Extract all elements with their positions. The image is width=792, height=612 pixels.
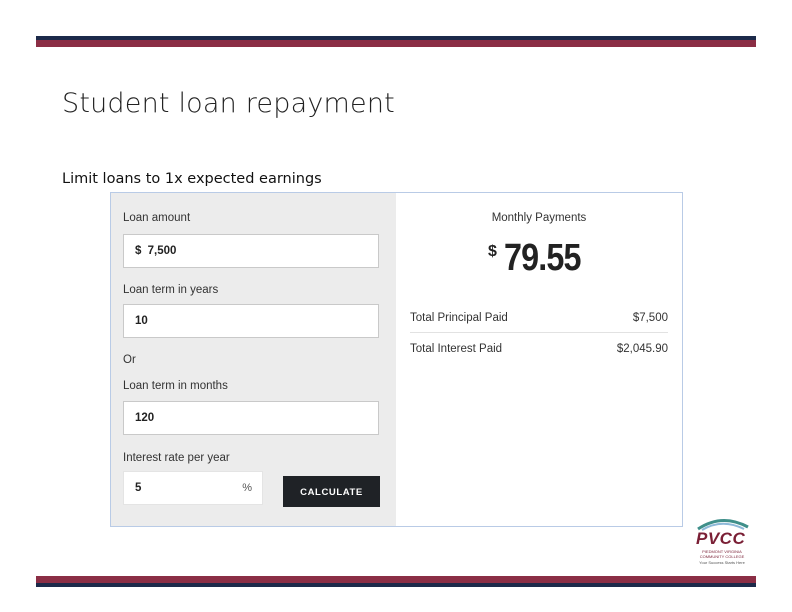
total-principal-value: $7,500 — [632, 312, 668, 324]
bottom-navy-stripe — [36, 583, 756, 587]
loan-calculator: Loan amount $ 7,500 Loan term in years 1… — [110, 192, 683, 527]
top-accent-band — [36, 36, 756, 47]
logo-wordmark: PVCC — [696, 529, 746, 548]
slide-title: Student loan repayment — [62, 88, 395, 119]
currency-symbol: $ — [135, 245, 142, 257]
total-principal-label: Total Principal Paid — [410, 312, 508, 324]
loan-term-years-label: Loan term in years — [123, 284, 219, 296]
interest-rate-label: Interest rate per year — [123, 452, 230, 464]
percent-unit: % — [242, 482, 252, 494]
calculator-input-panel: Loan amount $ 7,500 Loan term in years 1… — [111, 193, 396, 526]
pvcc-logo: PVCC PIEDMONT VIRGINIA COMMUNITY COLLEGE… — [692, 515, 752, 570]
slide-subtitle: Limit loans to 1x expected earnings — [62, 171, 322, 187]
results-divider — [410, 332, 668, 333]
loan-amount-field[interactable]: $ 7,500 — [123, 234, 379, 268]
total-principal-row: Total Principal Paid $7,500 — [410, 312, 668, 324]
loan-term-months-value: 120 — [135, 412, 155, 424]
monthly-currency-symbol: $ — [488, 243, 497, 260]
logo-tagline: Your Success Starts Here — [699, 560, 745, 565]
logo-line-2: COMMUNITY COLLEGE — [699, 554, 745, 559]
loan-term-months-label: Loan term in months — [123, 380, 228, 392]
monthly-payment-value: 79.55 — [504, 237, 581, 279]
loan-amount-value: 7,500 — [147, 245, 177, 257]
total-interest-value: $2,045.90 — [616, 343, 668, 355]
loan-term-years-value: 10 — [135, 315, 148, 327]
interest-rate-value: 5 — [135, 482, 142, 494]
total-interest-label: Total Interest Paid — [410, 343, 503, 355]
monthly-payments-label: Monthly Payments — [491, 212, 587, 224]
top-maroon-stripe — [36, 40, 756, 47]
loan-term-years-field[interactable]: 10 — [123, 304, 379, 338]
interest-rate-field[interactable]: 5 % — [123, 471, 263, 505]
bottom-maroon-stripe — [36, 576, 756, 583]
loan-term-months-field[interactable]: 120 — [123, 401, 379, 435]
bottom-accent-band — [36, 576, 756, 587]
loan-amount-label: Loan amount — [123, 212, 191, 224]
calculator-results-panel: Monthly Payments $ 79.55 Total Principal… — [396, 193, 682, 526]
calculate-button[interactable]: CALCULATE — [283, 476, 380, 507]
total-interest-row: Total Interest Paid $2,045.90 — [410, 343, 668, 355]
or-label: Or — [123, 354, 136, 366]
